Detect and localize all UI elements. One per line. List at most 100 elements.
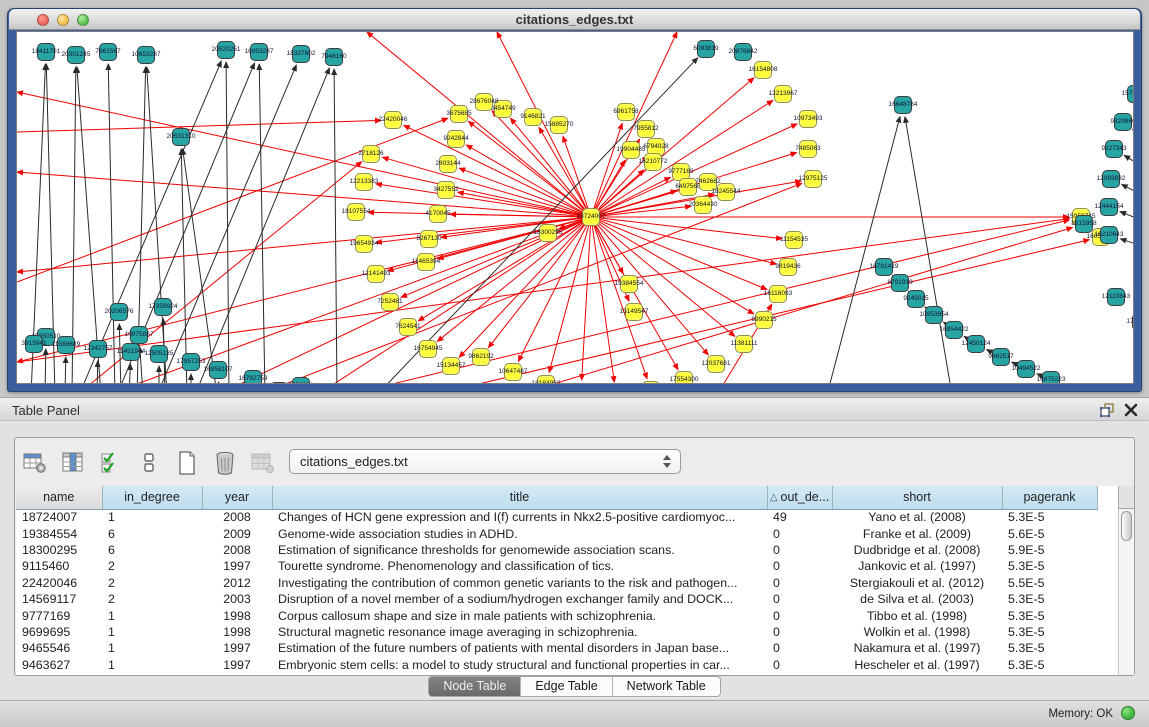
table-row[interactable]: 946362711997Embryonic stem cells: a mode… [16, 657, 1097, 673]
graph-node[interactable]: 11451944 [122, 343, 140, 361]
graph-node[interactable]: 2718126 [362, 145, 380, 163]
table-row[interactable]: 1456911722003Disruption of a novel membe… [16, 591, 1097, 607]
col-header-year[interactable]: year [202, 486, 272, 509]
graph-node[interactable]: 11381111 [735, 335, 753, 353]
graph-node[interactable]: 9862517 [992, 348, 1010, 366]
graph-node[interactable]: 19654934 [355, 235, 373, 253]
graph-node[interactable]: 12141493 [367, 265, 385, 283]
graph-node[interactable]: 12093832 [1102, 170, 1120, 188]
graph-node[interactable]: 18184952 [537, 375, 555, 384]
new-table-button[interactable] [173, 449, 201, 477]
vertical-scrollbar[interactable] [1118, 509, 1134, 675]
graph-node[interactable]: 17359924 [154, 298, 172, 316]
tab-node-table[interactable]: Node Table [429, 677, 521, 696]
col-header-in_degree[interactable]: in_degree [102, 486, 202, 509]
close-panel-icon[interactable] [1123, 402, 1139, 418]
graph-node[interactable]: 10975887 [130, 326, 148, 344]
graph-hub-node[interactable]: 18724007 [582, 208, 600, 226]
graph-node[interactable]: 17554300 [675, 371, 693, 384]
table-row[interactable]: 969969511998Structural magnetic resonanc… [16, 624, 1097, 640]
network-canvas[interactable]: 1872400722420046271812612213383181075541… [16, 31, 1134, 384]
graph-node[interactable]: 17957253 [182, 353, 200, 371]
graph-node[interactable]: 10653287 [137, 46, 155, 64]
table-row[interactable]: 977716911998Corpus callosum shape and si… [16, 607, 1097, 623]
graph-node[interactable]: 12110843 [1107, 288, 1125, 306]
graph-node[interactable]: 18300295 [539, 224, 557, 242]
graph-node[interactable]: 10953954 [925, 306, 943, 324]
graph-node[interactable]: 6961758 [617, 103, 635, 121]
graph-node[interactable]: 16754945 [419, 340, 437, 358]
graph-node[interactable]: 6093819 [697, 40, 715, 58]
graph-node[interactable]: 12444154 [1100, 198, 1118, 216]
graph-node[interactable]: 9146821 [524, 108, 542, 126]
graph-node[interactable]: 18411701 [37, 43, 55, 61]
select-all-button[interactable] [97, 449, 125, 477]
table-row[interactable]: 1872400712008Changes of HCN gene express… [16, 509, 1097, 525]
graph-node[interactable]: 12505135 [150, 345, 168, 363]
graph-node[interactable]: 8267130 [420, 230, 438, 248]
table-selector-dropdown[interactable]: citations_edges.txt [289, 449, 681, 474]
graph-node[interactable]: 12610651 [642, 381, 660, 384]
graph-node[interactable]: 2803144 [439, 155, 457, 173]
graph-node[interactable]: 7955812 [637, 120, 655, 138]
graph-node[interactable]: 8791919 [891, 274, 909, 292]
graph-node[interactable]: 15751074 [1127, 85, 1134, 103]
graph-node[interactable]: 12975125 [804, 170, 822, 188]
graph-node[interactable]: 16053287 [250, 43, 268, 61]
tab-edge-table[interactable]: Edge Table [521, 677, 612, 696]
graph-node[interactable]: 10647487 [504, 363, 522, 381]
import-table-button[interactable] [249, 449, 277, 477]
graph-node[interactable]: 20206576 [110, 303, 128, 321]
modify-table-button[interactable] [21, 449, 49, 477]
table-row[interactable]: 911546021997Tourette syndrome. Phenomeno… [16, 558, 1097, 574]
graph-node[interactable]: 22420046 [384, 111, 402, 129]
graph-node[interactable]: 9242844 [447, 130, 465, 148]
graph-node[interactable]: 16154808 [754, 61, 772, 79]
graph-node[interactable]: 11568689 [57, 336, 75, 354]
col-header-name[interactable]: name [16, 486, 102, 509]
graph-node[interactable]: 16791419 [875, 258, 893, 276]
graph-node[interactable]: 10973493 [799, 110, 817, 128]
graph-node[interactable]: 10494522 [1017, 360, 1035, 378]
graph-node[interactable]: 20531310 [172, 128, 190, 146]
table-row[interactable]: 946554611997Estimation of the future num… [16, 640, 1097, 656]
graph-node[interactable]: 16210772 [644, 153, 662, 171]
graph-node[interactable]: 8990215 [755, 311, 773, 329]
delete-table-button[interactable] [211, 449, 239, 477]
table-row[interactable]: 1830029562008Estimation of significance … [16, 542, 1097, 558]
graph-node[interactable]: 19904485 [622, 141, 640, 159]
float-panel-icon[interactable] [1099, 402, 1115, 418]
graph-node[interactable]: 16648784 [894, 96, 912, 114]
graph-node[interactable]: 12213383 [355, 173, 373, 191]
graph-node[interactable]: 12037681 [707, 355, 725, 373]
col-header-pagerank[interactable]: pagerank [1002, 486, 1097, 509]
graph-node[interactable]: 9550951 [292, 377, 310, 384]
graph-node[interactable]: 7624541 [399, 318, 417, 336]
graph-node[interactable]: 3427552 [437, 181, 455, 199]
graph-node[interactable]: 16958107 [209, 361, 227, 379]
graph-node[interactable]: 9227343 [1105, 140, 1123, 158]
row-height-button[interactable] [135, 449, 163, 477]
graph-node[interactable]: 11465394 [417, 253, 435, 271]
graph-node[interactable]: 28676048 [475, 93, 493, 111]
graph-node[interactable]: 16116093 [769, 285, 787, 303]
graph-node[interactable]: 15134457 [442, 357, 460, 375]
graph-node[interactable]: 7485063 [799, 140, 817, 158]
col-header-short[interactable]: short [832, 486, 1002, 509]
graph-node[interactable]: 11154535 [785, 231, 803, 249]
graph-node[interactable]: 12213967 [774, 85, 792, 103]
graph-node[interactable]: 9862192 [472, 348, 490, 366]
graph-node[interactable]: 16782759 [244, 370, 262, 384]
graph-node[interactable]: 16210643 [1100, 226, 1118, 244]
graph-node[interactable]: 20520251 [217, 41, 235, 59]
graph-node[interactable]: 16954422 [945, 321, 963, 339]
graph-node[interactable]: 18327602 [292, 45, 310, 63]
graph-node[interactable]: 20364430 [694, 196, 712, 214]
graph-node[interactable]: 9435216 [572, 383, 590, 384]
scrollbar-thumb[interactable] [1121, 511, 1132, 541]
graph-node[interactable]: 15149547 [625, 303, 643, 321]
graph-node[interactable]: 6497568 [679, 178, 697, 196]
graph-node[interactable]: 12342757 [89, 340, 107, 358]
table-row[interactable]: 2242004622012Investigating the contribut… [16, 575, 1097, 591]
graph-node[interactable]: 7462662 [699, 173, 717, 191]
